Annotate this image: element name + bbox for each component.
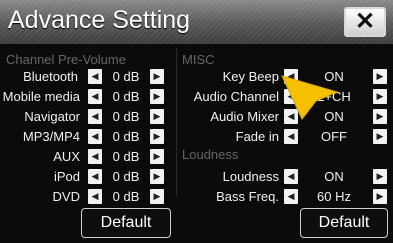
pointer-arrow-icon [281, 75, 339, 120]
